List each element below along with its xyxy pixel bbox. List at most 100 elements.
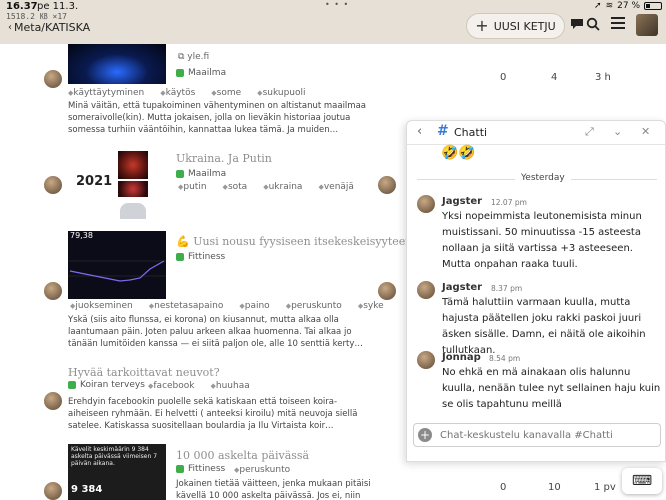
poster-avatar[interactable] xyxy=(44,70,62,88)
multitask-dots[interactable]: • • • xyxy=(325,0,349,9)
keyboard-icon[interactable]: ⌨ xyxy=(622,468,662,494)
topic-category[interactable]: Fittiness xyxy=(176,252,225,262)
topic-thumbnail[interactable] xyxy=(68,231,166,299)
category-label: Maailma xyxy=(188,169,227,179)
collapse-icon[interactable]: ⌄ xyxy=(613,125,622,138)
topic-title[interactable]: Hyvää tarkoittavat neuvot? xyxy=(68,366,220,379)
plus-icon: + xyxy=(475,16,489,35)
topic-title[interactable]: 10 000 askelta päivässä xyxy=(176,449,309,462)
views-count: 4 xyxy=(551,72,558,83)
thumbnail-value: 9 384 xyxy=(71,484,103,495)
hamburger-menu-icon[interactable] xyxy=(611,17,625,33)
breadcrumb[interactable]: ‹ Meta/KATISKA xyxy=(8,21,90,34)
message-author[interactable]: Jonnap xyxy=(442,352,481,363)
topic-title[interactable]: Ukraina. Ja Putin xyxy=(176,152,272,165)
message-text: Yksi nopeimmista leutonemisista minun mu… xyxy=(442,211,642,270)
external-link-icon: ⧉ xyxy=(178,52,188,62)
back-chevron-icon[interactable]: ‹ xyxy=(8,22,12,33)
replies-count: 0 xyxy=(500,72,507,83)
topic-title-label: Uusi nousu fyysiseen itsekeskeisyyteen xyxy=(193,235,413,248)
topic-tags: peruskunto xyxy=(234,465,290,475)
chat-icon[interactable] xyxy=(570,17,584,34)
tag[interactable]: venäjä xyxy=(318,182,354,192)
battery-icon xyxy=(644,2,662,10)
breadcrumb-label[interactable]: Meta/KATISKA xyxy=(14,21,90,34)
close-icon[interactable]: ✕ xyxy=(641,125,650,138)
date-divider-label: Yesterday xyxy=(515,173,571,183)
tag[interactable]: käytös xyxy=(160,88,196,98)
thumbnail-year: 2021 xyxy=(76,174,113,189)
chat-channel-title[interactable]: Chatti xyxy=(454,126,487,139)
poster-avatar[interactable] xyxy=(44,482,62,500)
message-time: 8.37 pm xyxy=(491,284,523,293)
topic-excerpt[interactable]: Erehdyin facebookin puolelle sekä katisk… xyxy=(68,396,368,432)
tag[interactable]: juokseminen xyxy=(70,301,132,311)
poster-avatar[interactable] xyxy=(44,282,62,300)
activity-time[interactable]: 1 pv xyxy=(594,482,616,493)
thumbnail-text: Kävelit keskimäärin 9 384 askelta päiväs… xyxy=(71,446,158,467)
tag[interactable]: käyttäytyminen xyxy=(68,88,144,98)
chat-composer: + xyxy=(413,423,661,447)
topic-tags: putin sota ukraina venäjä xyxy=(178,182,354,192)
category-square-icon xyxy=(176,170,184,178)
tag[interactable]: sota xyxy=(223,182,247,192)
message-text: Tämä haluttiin varmaan kuulla, mutta haj… xyxy=(442,297,646,356)
tag[interactable]: some xyxy=(211,88,242,98)
tag[interactable]: putin xyxy=(178,182,206,192)
topic-category[interactable]: Maailma xyxy=(176,169,226,179)
message-author[interactable]: Jagster xyxy=(442,196,482,207)
tag[interactable]: syke xyxy=(358,301,383,311)
message-time: 12.07 pm xyxy=(491,198,527,207)
participant-avatar[interactable] xyxy=(378,282,396,300)
category-label: Maailma xyxy=(188,68,227,78)
topic-tags: juokseminen nestetasapaino paino perusku… xyxy=(70,301,383,311)
link-domain-label: yle.fi xyxy=(187,52,210,62)
tag[interactable]: nestetasapaino xyxy=(149,301,223,311)
tag[interactable]: peruskunto xyxy=(286,301,342,311)
user-avatar[interactable] xyxy=(636,14,658,36)
poster-avatar[interactable] xyxy=(44,176,62,194)
topic-excerpt[interactable]: Jokainen tietää väitteen, jenka mukaan p… xyxy=(176,478,386,500)
tag[interactable]: huuhaa xyxy=(211,381,250,391)
message-avatar[interactable] xyxy=(417,195,435,213)
poster-avatar[interactable] xyxy=(44,392,62,410)
chat-drawer: ‹ # Chatti ⤢ ⌄ ✕ 🤣🤣 Yesterday Jagster 12… xyxy=(406,120,666,462)
topic-excerpt[interactable]: Minä väitän, että tupakoiminen vähentymi… xyxy=(68,100,368,136)
topic-category[interactable]: Koiran terveys xyxy=(68,380,145,390)
category-square-icon xyxy=(176,465,184,473)
date-divider: Yesterday xyxy=(407,173,665,185)
new-topic-button[interactable]: + UUSI KETJU xyxy=(466,13,565,39)
topic-excerpt[interactable]: Yskä (siis aito flunssa, ei korona) on k… xyxy=(68,314,368,350)
message-avatar[interactable] xyxy=(417,281,435,299)
topic-tags: käyttäytyminen käytös some sukupuoli xyxy=(68,88,306,98)
search-icon[interactable] xyxy=(586,17,600,35)
emoji-reaction-message: 🤣🤣 xyxy=(441,145,476,161)
tag[interactable]: facebook xyxy=(148,381,194,391)
thumbnail-value: 79,38 xyxy=(70,231,93,240)
topic-thumbnail[interactable] xyxy=(68,44,166,84)
message-avatar[interactable] xyxy=(417,351,435,369)
category-label: Fittiness xyxy=(188,464,226,474)
tag[interactable]: sukupuoli xyxy=(257,88,306,98)
expand-icon[interactable]: ⤢ xyxy=(585,125,594,139)
category-label: Koiran terveys xyxy=(80,380,145,390)
topic-title[interactable]: 💪 Uusi nousu fyysiseen itsekeskeisyyteen xyxy=(176,235,412,248)
category-square-icon xyxy=(176,253,184,261)
topic-category[interactable]: Fittiness xyxy=(176,464,225,474)
link-domain[interactable]: ⧉ yle.fi xyxy=(178,52,209,62)
tag[interactable]: peruskunto xyxy=(234,465,290,475)
topic-category[interactable]: Maailma xyxy=(176,68,226,78)
tag[interactable]: paino xyxy=(239,301,270,311)
add-attachment-icon[interactable]: + xyxy=(418,428,432,442)
message-author[interactable]: Jagster xyxy=(442,282,482,293)
topic-tags: facebook huuhaa xyxy=(148,381,250,391)
activity-time[interactable]: 3 h xyxy=(595,72,611,83)
category-label: Fittiness xyxy=(188,252,226,262)
category-square-icon xyxy=(176,69,184,77)
back-arrow-icon[interactable]: ‹ xyxy=(417,124,422,139)
battery-percent: 27 % xyxy=(617,1,640,11)
tag[interactable]: ukraina xyxy=(263,182,303,192)
message-time: 8.54 pm xyxy=(489,354,521,363)
participant-avatar[interactable] xyxy=(378,176,396,194)
chat-message-input[interactable] xyxy=(440,427,650,443)
